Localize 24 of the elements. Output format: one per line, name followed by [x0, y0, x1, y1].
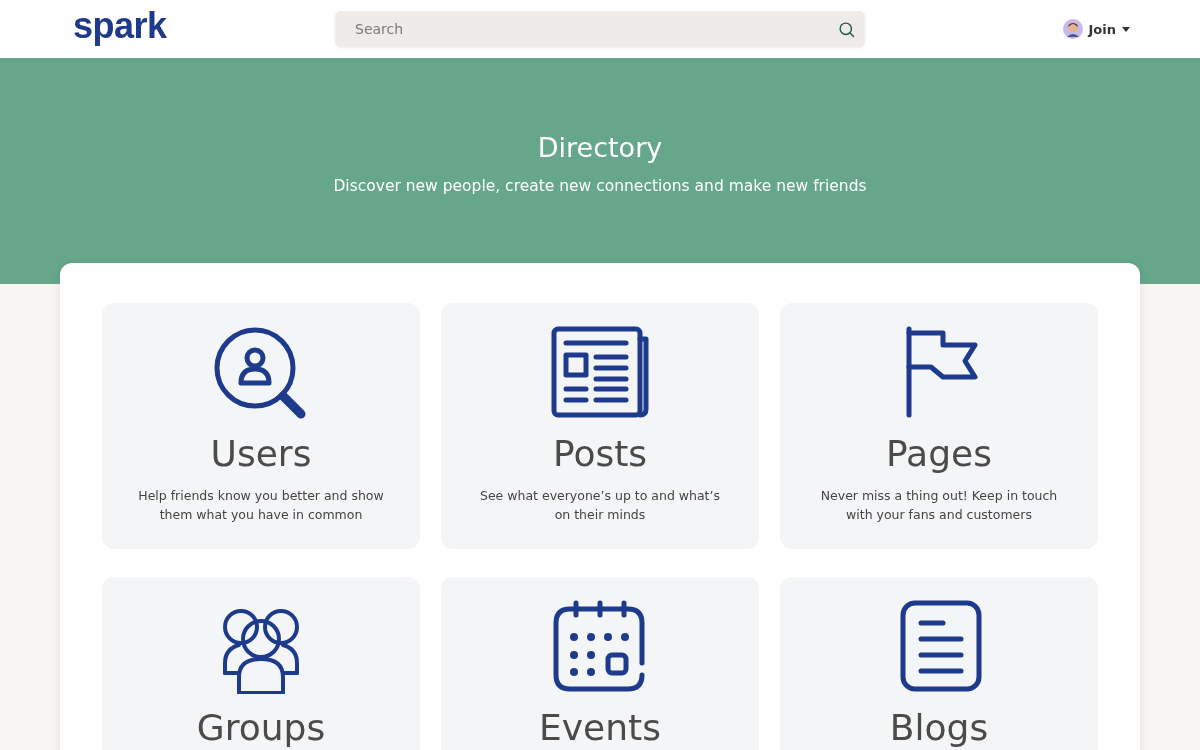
directory-card[interactable]: Groups [102, 577, 420, 750]
account-menu-button[interactable]: Join [1062, 19, 1130, 39]
card-title: Posts [552, 436, 648, 472]
search-field[interactable]: Search [335, 11, 865, 47]
directory-card[interactable]: Posts See what everyone’s up to and what’s on their minds [441, 303, 759, 549]
directory-card[interactable]: Users Help friends know you better and show them what you have in common [102, 303, 420, 549]
card-title: Users [210, 436, 312, 472]
caret-icon [1122, 26, 1130, 32]
directory-card[interactable]: Events [441, 577, 759, 750]
search-icon[interactable] [838, 21, 855, 38]
card-title: Blogs [889, 710, 989, 746]
directory-card[interactable]: Pages Never miss a thing out! Keep in touch with your fans and customers [780, 303, 1098, 549]
logo[interactable]: spark [73, 5, 335, 47]
page-title: Directory [537, 132, 663, 163]
newspaper-icon [550, 325, 650, 420]
avatar-icon [1062, 19, 1083, 39]
card-title: Events [539, 710, 661, 746]
card-description: Help friends know you better and show them what you have in common [137, 487, 385, 524]
card-title: Groups [196, 710, 326, 746]
card-description: See what everyone’s up to and what’s on their minds [478, 487, 721, 524]
card-title: Pages [886, 436, 992, 472]
card-description: Never miss a thing out! Keep in touch with your fans and customers [819, 487, 1059, 524]
page-subtitle: Discover new people, create new connections and make new friends [333, 177, 867, 195]
directory-card[interactable]: Blogs [780, 577, 1098, 750]
